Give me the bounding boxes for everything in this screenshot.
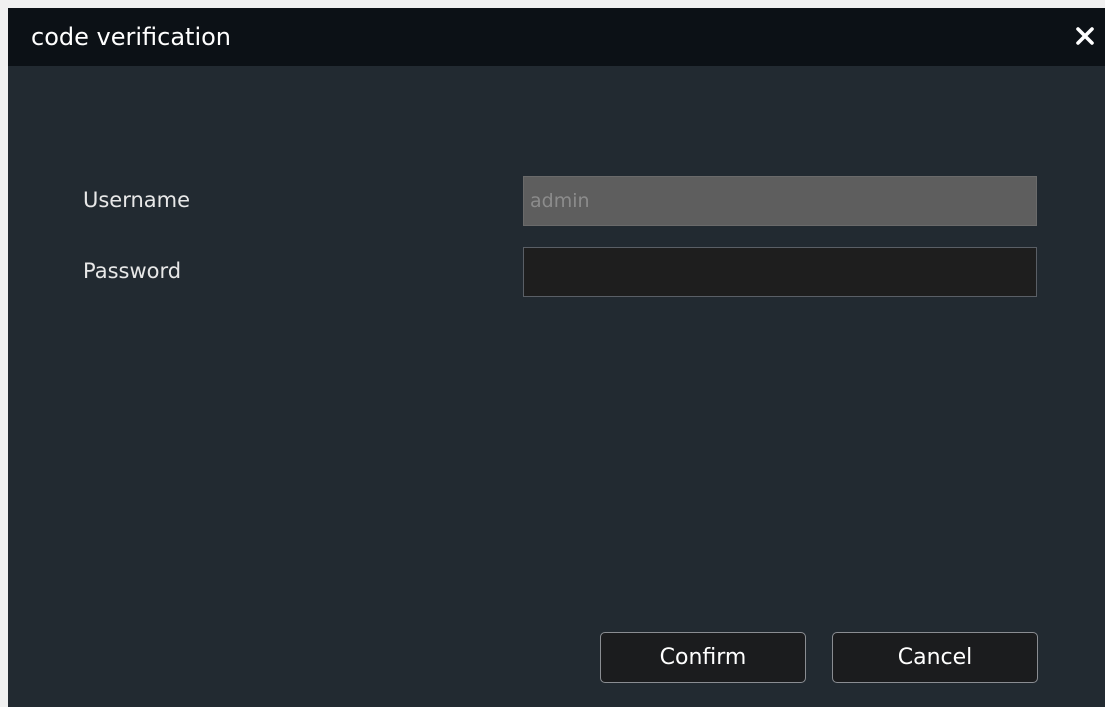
username-label: Username	[83, 188, 191, 212]
dialog-title: code verification	[31, 23, 232, 51]
code-verification-dialog: code verification Username Password Conf…	[8, 8, 1105, 707]
confirm-button[interactable]: Confirm	[600, 632, 806, 683]
cancel-button[interactable]: Cancel	[832, 632, 1038, 683]
password-field[interactable]	[523, 247, 1037, 297]
dialog-titlebar: code verification	[8, 8, 1105, 66]
username-field[interactable]	[523, 176, 1037, 226]
close-icon	[1076, 27, 1094, 45]
password-label: Password	[83, 259, 182, 283]
close-button[interactable]	[1065, 18, 1105, 54]
window-frame: code verification Username Password Conf…	[0, 0, 1105, 707]
